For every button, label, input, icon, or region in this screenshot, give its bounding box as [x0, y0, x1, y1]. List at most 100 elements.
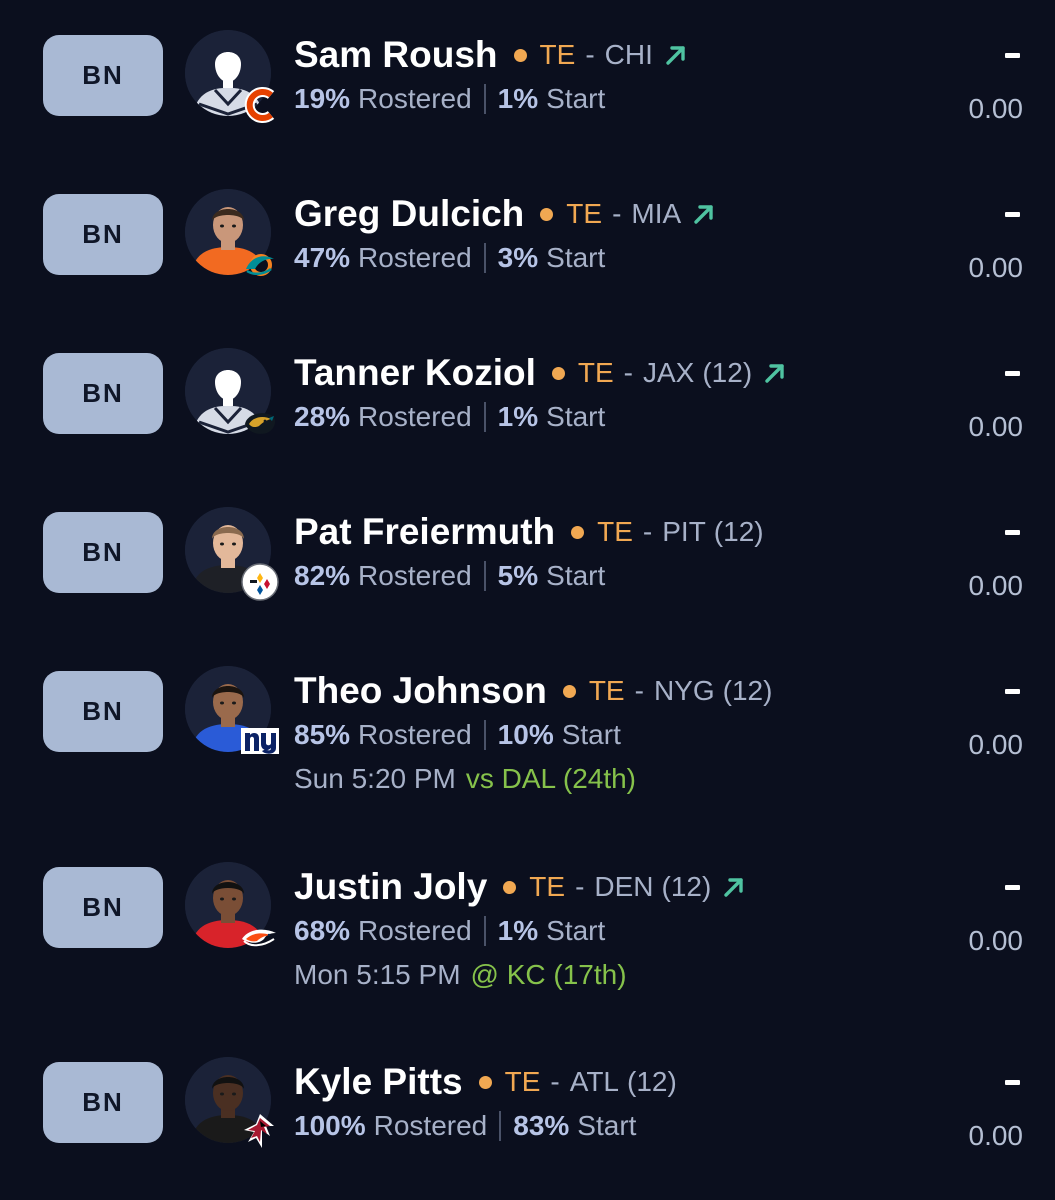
player-stats: 19% Rostered 1% Start	[294, 79, 905, 119]
rostered-label: Rostered	[373, 1110, 488, 1141]
rostered-label: Rostered	[358, 242, 472, 273]
player-team: CHI	[604, 39, 653, 70]
player-name[interactable]: Greg Dulcich	[294, 193, 524, 235]
projected-points: 0.00	[968, 570, 1024, 601]
projected-points: 0.00	[968, 252, 1024, 283]
start-percent: 5%	[497, 560, 539, 591]
position-team-separator: -	[642, 516, 653, 547]
player-avatar[interactable]	[185, 30, 280, 125]
bye-week: (12)	[722, 675, 773, 706]
player-info: Theo Johnson TE - NYG (12) 85% Rostered …	[294, 669, 905, 799]
bye-week: (12)	[627, 1066, 677, 1097]
lineup-slot-button[interactable]: BN	[43, 671, 163, 752]
bears-logo-icon	[240, 85, 280, 125]
position-team-separator: -	[623, 357, 633, 388]
opponent-matchup[interactable]: vs DAL (24th)	[466, 763, 636, 795]
start-percent: 1%	[497, 915, 539, 946]
start-label: Start	[577, 1110, 637, 1141]
rostered-label: Rostered	[358, 915, 472, 946]
player-position: TE	[539, 39, 576, 70]
rostered-percent: 19%	[294, 83, 351, 114]
player-info: Tanner Koziol TE - JAX (12) 28% Rostered…	[294, 351, 905, 437]
position-team-separator: -	[612, 198, 622, 229]
projection-dash	[1005, 530, 1020, 535]
lineup-slot-button[interactable]: BN	[43, 194, 163, 275]
start-label: Start	[546, 83, 606, 114]
game-time: Mon 5:15 PM	[294, 959, 461, 990]
lineup-slot-button[interactable]: BN	[43, 1062, 163, 1143]
player-stats: 100% Rostered 83% Start	[294, 1106, 905, 1146]
player-name[interactable]: Justin Joly	[294, 866, 487, 908]
lineup-slot-button[interactable]: BN	[43, 512, 163, 593]
player-name[interactable]: Tanner Koziol	[294, 352, 536, 394]
player-name[interactable]: Theo Johnson	[294, 670, 547, 712]
rostered-label: Rostered	[358, 401, 472, 432]
player-avatar[interactable]	[185, 1057, 280, 1152]
trending-up-icon	[762, 360, 788, 386]
player-team: ATL	[569, 1066, 620, 1097]
start-label: Start	[561, 719, 621, 750]
rostered-label: Rostered	[358, 83, 472, 114]
opponent-matchup[interactable]: @ KC (17th)	[471, 959, 627, 991]
rostered-label: Rostered	[358, 560, 472, 591]
trending-up-icon	[721, 874, 747, 900]
player-name[interactable]: Kyle Pitts	[294, 1061, 463, 1103]
projection-dash	[1005, 371, 1020, 376]
projection-dash	[1005, 212, 1020, 217]
lineup-slot-button[interactable]: BN	[43, 353, 163, 434]
start-percent: 1%	[497, 83, 539, 114]
player-avatar[interactable]	[185, 189, 280, 284]
projection-dash	[1005, 53, 1020, 58]
projected-points: 0.00	[968, 925, 1024, 956]
bye-week: (12)	[713, 516, 764, 547]
game-info: Sun 5:20 PM vs DAL (24th)	[294, 759, 905, 799]
player-avatar[interactable]	[185, 666, 280, 761]
start-percent: 1%	[497, 401, 539, 432]
start-percent: 83%	[513, 1110, 570, 1141]
stats-divider	[483, 561, 486, 591]
rostered-percent: 28%	[294, 401, 351, 432]
lineup-slot-button[interactable]: BN	[43, 867, 163, 948]
stats-divider	[483, 84, 486, 114]
status-dot-icon	[540, 207, 554, 221]
projected-points: 0.00	[968, 93, 1024, 124]
player-team: NYG	[653, 675, 715, 706]
lineup-slot-button[interactable]: BN	[43, 35, 163, 116]
player-avatar[interactable]	[185, 862, 280, 957]
start-percent: 3%	[497, 242, 539, 273]
bye-week: (12)	[661, 871, 712, 902]
rostered-percent: 100%	[294, 1110, 366, 1141]
projected-points: 0.00	[968, 729, 1024, 760]
status-dot-icon	[571, 525, 585, 539]
player-name[interactable]: Pat Freiermuth	[294, 511, 555, 553]
giants-logo-icon	[240, 721, 280, 761]
player-position: TE	[504, 1066, 541, 1097]
rostered-percent: 85%	[294, 719, 351, 750]
projection-dash	[1005, 1080, 1020, 1085]
projected-points: 0.00	[968, 1120, 1024, 1151]
player-info: Sam Roush TE - CHI 19% Rostered 1% Start	[294, 33, 905, 119]
player-avatar[interactable]	[185, 348, 280, 443]
steelers-logo-icon	[240, 562, 280, 602]
projection-dash	[1005, 885, 1020, 890]
player-position: TE	[597, 516, 633, 547]
start-percent: 10%	[497, 719, 554, 750]
start-label: Start	[546, 401, 606, 432]
player-avatar[interactable]	[185, 507, 280, 602]
player-name[interactable]: Sam Roush	[294, 34, 498, 76]
player-stats: 47% Rostered 3% Start	[294, 238, 905, 278]
player-header: Kyle Pitts TE - ATL (12)	[294, 1060, 905, 1104]
player-stats: 68% Rostered 1% Start	[294, 911, 905, 951]
status-dot-icon	[503, 880, 517, 894]
player-stats: 28% Rostered 1% Start	[294, 397, 905, 437]
player-header: Pat Freiermuth TE - PIT (12)	[294, 510, 905, 554]
start-label: Start	[546, 242, 606, 273]
position-team-separator: -	[585, 39, 595, 70]
player-header: Greg Dulcich TE - MIA	[294, 192, 905, 236]
rostered-percent: 47%	[294, 242, 351, 273]
game-info: Mon 5:15 PM @ KC (17th)	[294, 955, 905, 995]
player-team: PIT	[662, 516, 706, 547]
projected-points: 0.00	[968, 411, 1024, 442]
player-team: JAX	[642, 357, 695, 388]
player-stats: 82% Rostered 5% Start	[294, 556, 905, 596]
